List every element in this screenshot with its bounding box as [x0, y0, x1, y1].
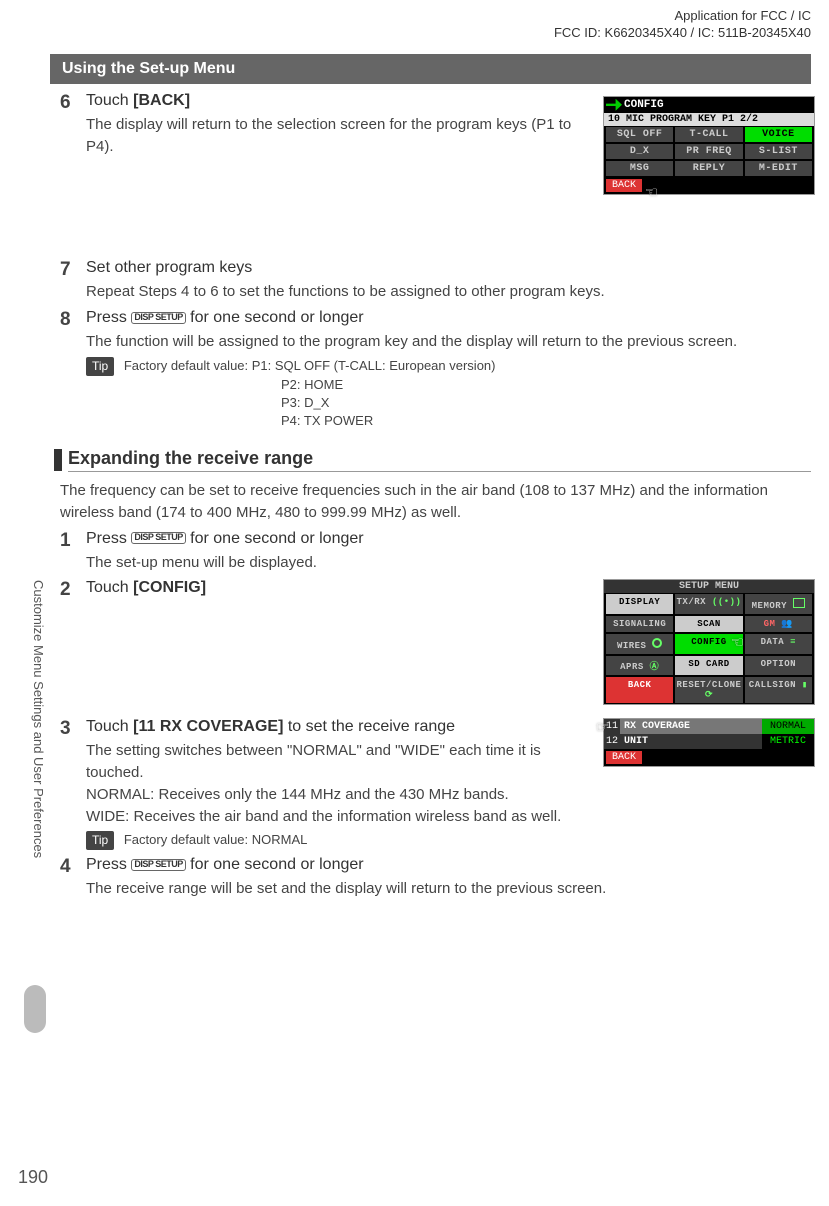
disp-key-icon: DISP SETUP [131, 312, 185, 324]
page-header: Application for FCC / IC FCC ID: K662034… [0, 0, 829, 42]
tip-text: Factory default value: P1: SQL OFF (T-CA… [124, 358, 496, 373]
tip-text: P3: D_X [281, 394, 811, 412]
tip-text: P4: TX POWER [281, 412, 811, 430]
step-number: 1 [60, 530, 86, 552]
step-desc: The set-up menu will be displayed. [86, 552, 811, 574]
section-banner: Using the Set-up Menu [50, 54, 811, 84]
side-tab-pill-icon [24, 985, 46, 1033]
arrow-icon [606, 99, 622, 111]
disp-key-icon: DISP SETUP [131, 532, 185, 544]
header-line2: FCC ID: K6620345X40 / IC: 511B-20345X40 [0, 25, 811, 42]
step-desc: The display will return to the selection… [86, 114, 581, 158]
step-title: Press DISP SETUP for one second or longe… [86, 856, 811, 874]
back-button[interactable]: BACK [606, 677, 673, 703]
step-number: 2 [60, 579, 86, 601]
disp-key-icon: DISP SETUP [131, 859, 185, 871]
screenshot-config-mic-keys: CONFIG 10 MIC PROGRAM KEY P1 2/2 SQL OFF… [603, 96, 815, 195]
step-number: 3 [60, 718, 86, 740]
step-desc: The receive range will be set and the di… [86, 878, 811, 900]
step-title: Set other program keys [86, 259, 811, 277]
step-title: Press DISP SETUP for one second or longe… [86, 309, 811, 327]
touch-cursor-icon [646, 182, 664, 200]
back-button[interactable]: BACK [606, 179, 642, 192]
step-desc: Repeat Steps 4 to 6 to set the functions… [86, 281, 811, 303]
step-number: 6 [60, 92, 86, 114]
touch-cursor-icon [729, 632, 747, 650]
tip-badge: Tip [86, 357, 114, 376]
step-number: 4 [60, 856, 86, 878]
subheading: Expanding the receive range [68, 448, 811, 472]
step-title: Touch [11 RX COVERAGE] to set the receiv… [86, 718, 581, 736]
page-number: 190 [18, 1167, 48, 1188]
side-tab-label: Customize Menu Settings and User Prefere… [28, 580, 46, 858]
back-button[interactable]: BACK [606, 751, 642, 764]
step-number: 8 [60, 309, 86, 331]
touch-cursor-icon [590, 717, 608, 735]
step-desc: The setting switches between "NORMAL" an… [86, 740, 581, 784]
step-title: Touch [BACK] [86, 92, 581, 110]
step-title: Press DISP SETUP for one second or longe… [86, 530, 811, 548]
tip-badge: Tip [86, 831, 114, 850]
screenshot-setup-menu: SETUP MENU DISPLAYTX/RX ((•))MEMORY SIGN… [603, 579, 815, 705]
step-wide: WIDE: Receives the air band and the info… [134, 806, 581, 828]
step-number: 7 [60, 259, 86, 281]
heading-bar-icon [54, 449, 62, 471]
step-title: Touch [CONFIG] [86, 579, 581, 597]
screenshot-rx-coverage: 11RX COVERAGENORMAL 12UNITMETRIC BACK [603, 718, 815, 767]
step-desc: The function will be assigned to the pro… [86, 331, 811, 353]
tip-text: P2: HOME [281, 376, 811, 394]
paragraph: The frequency can be set to receive freq… [60, 480, 811, 524]
step-normal: NORMAL: Receives only the 144 MHz and th… [158, 784, 581, 806]
header-line1: Application for FCC / IC [0, 8, 811, 25]
tip-text: Factory default value: NORMAL [124, 832, 308, 847]
